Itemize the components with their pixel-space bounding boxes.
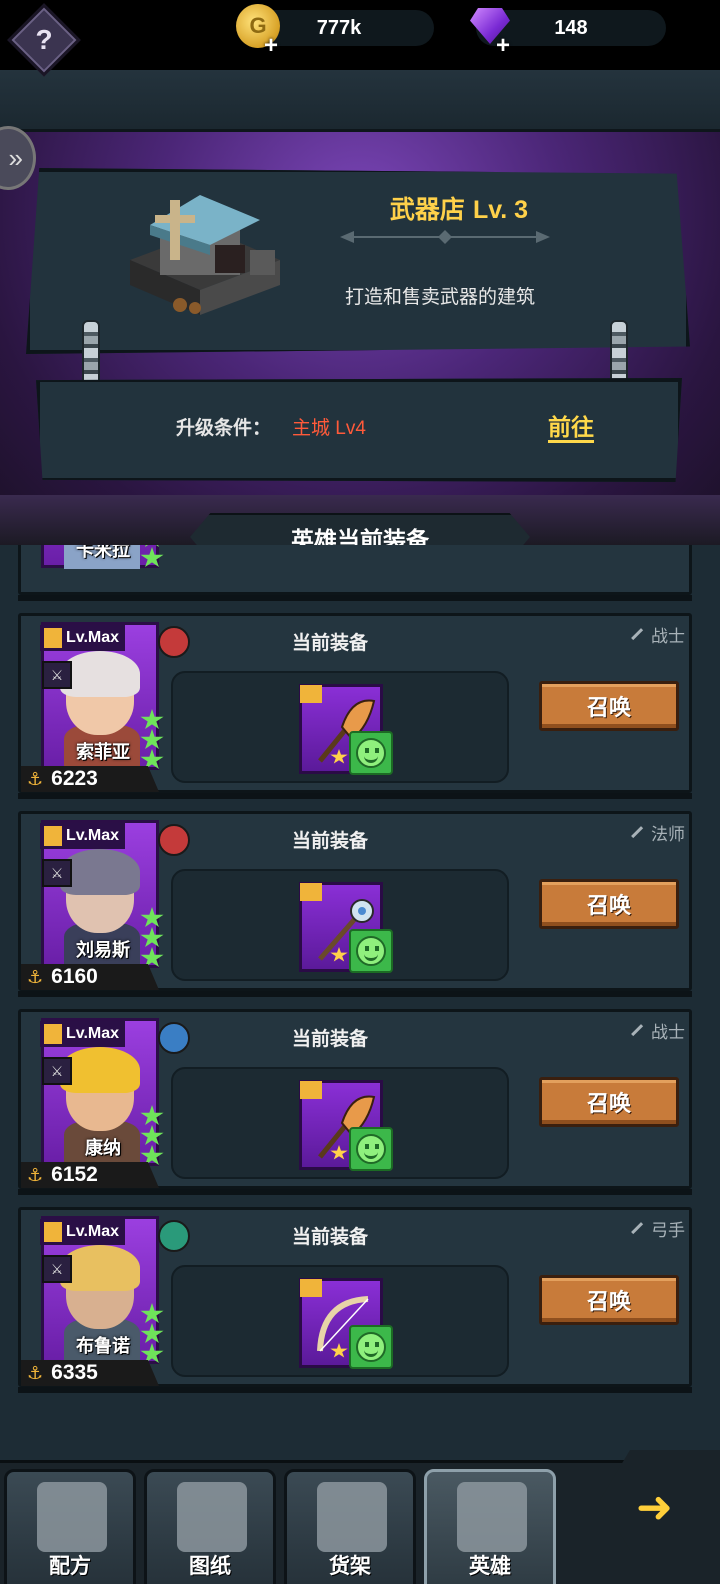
level-badge: Lv.Max [40,823,126,849]
nav-tab-blueprint[interactable]: 图纸 [144,1469,276,1584]
nav-label-blueprint: 图纸 [189,1555,231,1578]
element-icon [158,1022,190,1054]
weapon-shop-building-image [130,195,280,315]
hero-hair [60,849,140,895]
level-badge: Lv.Max [40,625,126,651]
summon-button[interactable]: 召唤 [539,1077,679,1127]
weapon-type-icon: ⚔ [42,661,72,689]
level-badge: Lv.Max [40,1219,126,1245]
hero-card: 当前装备 法师 Lv.Max ⚔ 刘易斯 ⚓ 6160 召唤 [18,811,692,991]
hero-name: 康纳 [85,1138,121,1158]
hero-equipment-list[interactable]: ⚔卡米拉⚓6349召唤当前装备战士Lv.Max⚔索菲亚⚓6223召唤当前装备法师… [0,545,720,1460]
blueprint-icon [177,1482,247,1552]
building-level: Lv. 3 [472,196,529,224]
level-badge: Lv.Max [40,1021,126,1047]
hero-name: 卡米拉 [76,545,130,560]
bottom-nav: 配方 图纸 货架 英雄 [0,1460,720,1584]
smile-face-icon [349,1127,393,1171]
hero-name: 布鲁诺 [76,1336,130,1356]
hero-hair [60,1047,140,1093]
goto-button[interactable]: 前往 [548,414,594,443]
hero-portrait[interactable]: Lv.Max ⚔ 布鲁诺 [40,1216,190,1365]
class-icon [631,1221,651,1242]
nav-label-recipe: 配方 [49,1555,91,1578]
nav-tab-hero[interactable]: 英雄 [424,1469,556,1584]
upgrade-requirement: 主城 Lv4 [292,418,366,439]
hero-hair [60,651,140,697]
recipe-icon [37,1482,107,1552]
gold-value: 777k [316,16,362,39]
summon-button[interactable]: 召唤 [539,681,679,731]
hero-class: 战士 [631,622,685,648]
smile-face-icon [349,731,393,775]
building-name: 武器店 [389,196,465,224]
hero-portrait[interactable]: Lv.Max ⚔ 康纳 [40,1018,190,1167]
star-icon [140,709,164,730]
upgrade-condition-label: 升级条件： [176,418,272,439]
nav-label-shelf: 货架 [329,1555,371,1578]
hero-name: 索菲亚 [76,742,130,762]
star-icon [140,907,164,928]
hero-power: ⚓ 6223 [21,766,159,792]
hero-power: ⚓ 6335 [21,1360,159,1386]
arrow-right-icon: ➜ [636,1483,673,1532]
element-icon [158,626,190,658]
anchor-icon: ⚓ [27,1362,44,1383]
hero-class: 弓手 [631,1216,685,1242]
building-title: 武器店 Lv. 3 [334,190,584,226]
hero-portrait[interactable]: Lv.Max ⚔ 刘易斯 [40,820,190,969]
hero-name: 刘易斯 [76,940,130,960]
nav-label-hero: 英雄 [469,1555,511,1578]
top-bar [0,70,720,132]
smile-face-icon [349,929,393,973]
hero-portrait[interactable]: ⚔卡米拉 [41,545,164,569]
card-divider [18,1189,692,1195]
star-icon [140,1105,164,1126]
weapon-type-icon: ⚔ [42,859,72,887]
hero-class: 战士 [631,1018,685,1044]
summon-button[interactable]: 召唤 [539,1275,679,1325]
hero-card: 当前装备 战士 Lv.Max ⚔ 康纳 ⚓ 6152 召唤 [18,1009,692,1189]
gem-counter[interactable]: + 148 [470,8,666,59]
hero-portrait[interactable]: Lv.Max ⚔ 索菲亚 [40,622,190,771]
hero-card: 当前装备 战士 Lv.Max ⚔ 索菲亚 ⚓ 6223 召唤 [18,613,692,793]
shelf-icon [317,1482,387,1552]
anchor-icon: ⚓ [27,966,44,987]
card-divider [18,595,692,601]
building-description: 打造和售卖武器的建筑 [344,287,535,308]
double-chevron-icon: » [8,142,23,173]
hero-card: 当前装备 弓手 Lv.Max ⚔ 布鲁诺 ⚓ 6335 召唤 [18,1207,692,1387]
nav-tab-recipe[interactable]: 配方 [4,1469,136,1584]
gold-counter[interactable]: G + 777k [236,4,434,59]
anchor-icon: ⚓ [27,768,44,789]
hero-icon [457,1482,527,1552]
hero-power: ⚓ 6160 [21,964,159,990]
weapon-type-icon: ⚔ [42,1255,72,1283]
hero-hair [60,1245,140,1291]
hero-class: 法师 [631,820,685,846]
summon-button[interactable]: 召唤 [539,879,679,929]
anchor-icon: ⚓ [27,1164,44,1185]
card-divider [18,991,692,997]
card-divider [18,1387,692,1393]
star-icon [140,1303,164,1324]
element-icon [158,824,190,856]
hero-card: ⚔卡米拉⚓6349召唤 [18,545,692,595]
add-gold-icon[interactable]: + [264,32,278,60]
class-icon [631,825,651,846]
hero-power: ⚓ 6152 [21,1162,159,1188]
class-icon [631,627,651,648]
weapon-type-icon: ⚔ [42,1057,72,1085]
title-divider [340,230,550,244]
element-icon [158,1220,190,1252]
gem-value: 148 [554,16,588,39]
nav-tab-shelf[interactable]: 货架 [284,1469,416,1584]
add-gems-icon[interactable]: + [496,32,510,60]
card-divider [18,793,692,799]
class-icon [631,1023,651,1044]
smile-face-icon [349,1325,393,1369]
help-icon: ? [35,24,53,55]
